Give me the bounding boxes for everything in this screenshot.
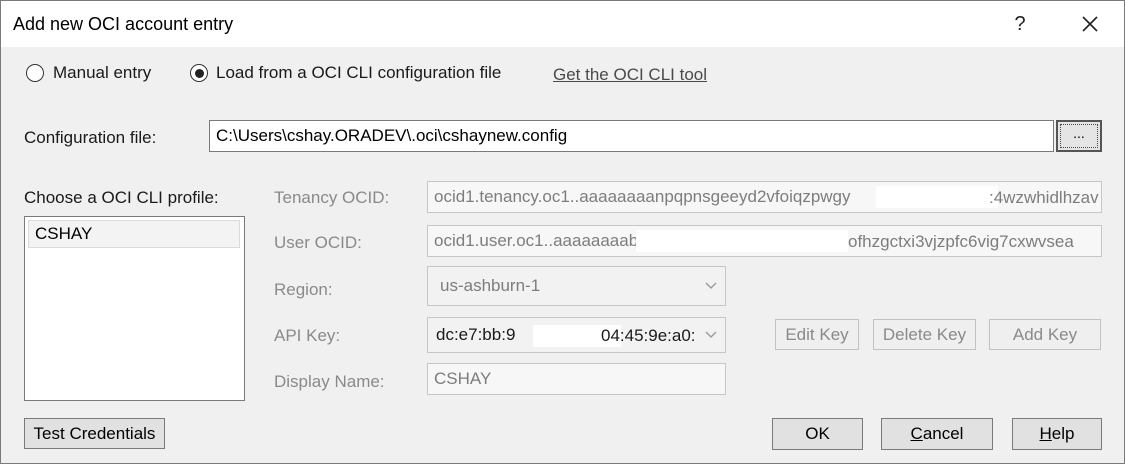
user-ocid-value-end: ofhzgctxi3vjzpfc6vig7cxwvsea [848, 232, 1074, 251]
browse-button[interactable]: ... [1056, 120, 1102, 152]
title-bar: Add new OCI account entry ? [1, 1, 1124, 47]
ok-button[interactable]: OK [772, 418, 863, 450]
display-name-field[interactable]: CSHAY [427, 363, 726, 395]
api-key-select[interactable]: dc:e7:bb:9 04:45:9e:a0: [427, 317, 726, 353]
config-file-value: C:\Users\cshay.ORADEV\.oci\cshaynew.conf… [216, 126, 568, 145]
tenancy-ocid-label: Tenancy OCID: [274, 188, 390, 207]
api-key-value-end: 04:45:9e:a0: [601, 326, 696, 345]
tenancy-ocid-value-start: ocid1.tenancy.oc1..aaaaaaaanpqpnsgeeyd2v… [434, 187, 851, 206]
display-name-label: Display Name: [274, 372, 385, 391]
profile-item-label: CSHAY [35, 224, 93, 243]
tenancy-ocid-value-end: :4wzwhidlhzav [989, 188, 1099, 207]
api-key-label: API Key: [274, 326, 341, 345]
cancel-button[interactable]: Cancel [881, 418, 993, 450]
user-ocid-value-start: ocid1.user.oc1..aaaaaaaabt [434, 231, 643, 250]
user-redaction [636, 230, 848, 252]
get-oci-cli-link[interactable]: Get the OCI CLI tool [553, 65, 707, 85]
browse-button-label: ... [1060, 124, 1098, 148]
profile-list[interactable]: CSHAY [24, 216, 245, 401]
help-footer-button[interactable]: Help [1012, 418, 1102, 450]
radio-manual-entry[interactable] [26, 64, 44, 82]
radio-manual-entry-label[interactable]: Manual entry [53, 63, 151, 83]
display-name-value: CSHAY [434, 369, 492, 388]
api-key-value-start: dc:e7:bb:9 [436, 325, 516, 344]
edit-key-button[interactable]: Edit Key [775, 319, 859, 350]
dialog-title: Add new OCI account entry [13, 14, 234, 34]
region-value: us-ashburn-1 [440, 276, 541, 295]
delete-key-button[interactable]: Delete Key [873, 319, 976, 350]
close-icon [1082, 16, 1098, 32]
radio-selected-dot [194, 68, 204, 78]
list-item[interactable]: CSHAY [28, 220, 240, 248]
cancel-label-rest: ancel [922, 424, 964, 443]
tenancy-ocid-field[interactable]: ocid1.tenancy.oc1..aaaaaaaanpqpnsgeeyd2v… [427, 181, 1102, 213]
radio-load-config[interactable] [190, 64, 208, 82]
cancel-access-key: C [910, 424, 923, 443]
region-label: Region: [274, 280, 333, 299]
add-key-button[interactable]: Add Key [989, 319, 1101, 350]
profile-label: Choose a OCI CLI profile: [24, 188, 219, 207]
chevron-down-icon [705, 282, 717, 289]
user-ocid-field[interactable]: ocid1.user.oc1..aaaaaaaabt ofhzgctxi3vjz… [427, 225, 1102, 257]
region-select[interactable]: us-ashburn-1 [427, 266, 726, 306]
chevron-down-icon [705, 331, 717, 338]
help-access-key: H [1039, 424, 1052, 443]
test-credentials-button[interactable]: Test Credentials [24, 418, 165, 449]
dialog-window: Add new OCI account entry ? Manual entry… [0, 0, 1125, 464]
help-button[interactable]: ? [1002, 7, 1038, 41]
close-button[interactable] [1068, 7, 1112, 41]
help-label-rest: elp [1051, 424, 1075, 443]
radio-load-config-label[interactable]: Load from a OCI CLI configuration file [216, 63, 501, 83]
config-file-input[interactable]: C:\Users\cshay.ORADEV\.oci\cshaynew.conf… [209, 120, 1054, 152]
tenancy-redaction [876, 186, 998, 208]
config-file-label: Configuration file: [24, 128, 157, 147]
user-ocid-label: User OCID: [274, 233, 362, 252]
